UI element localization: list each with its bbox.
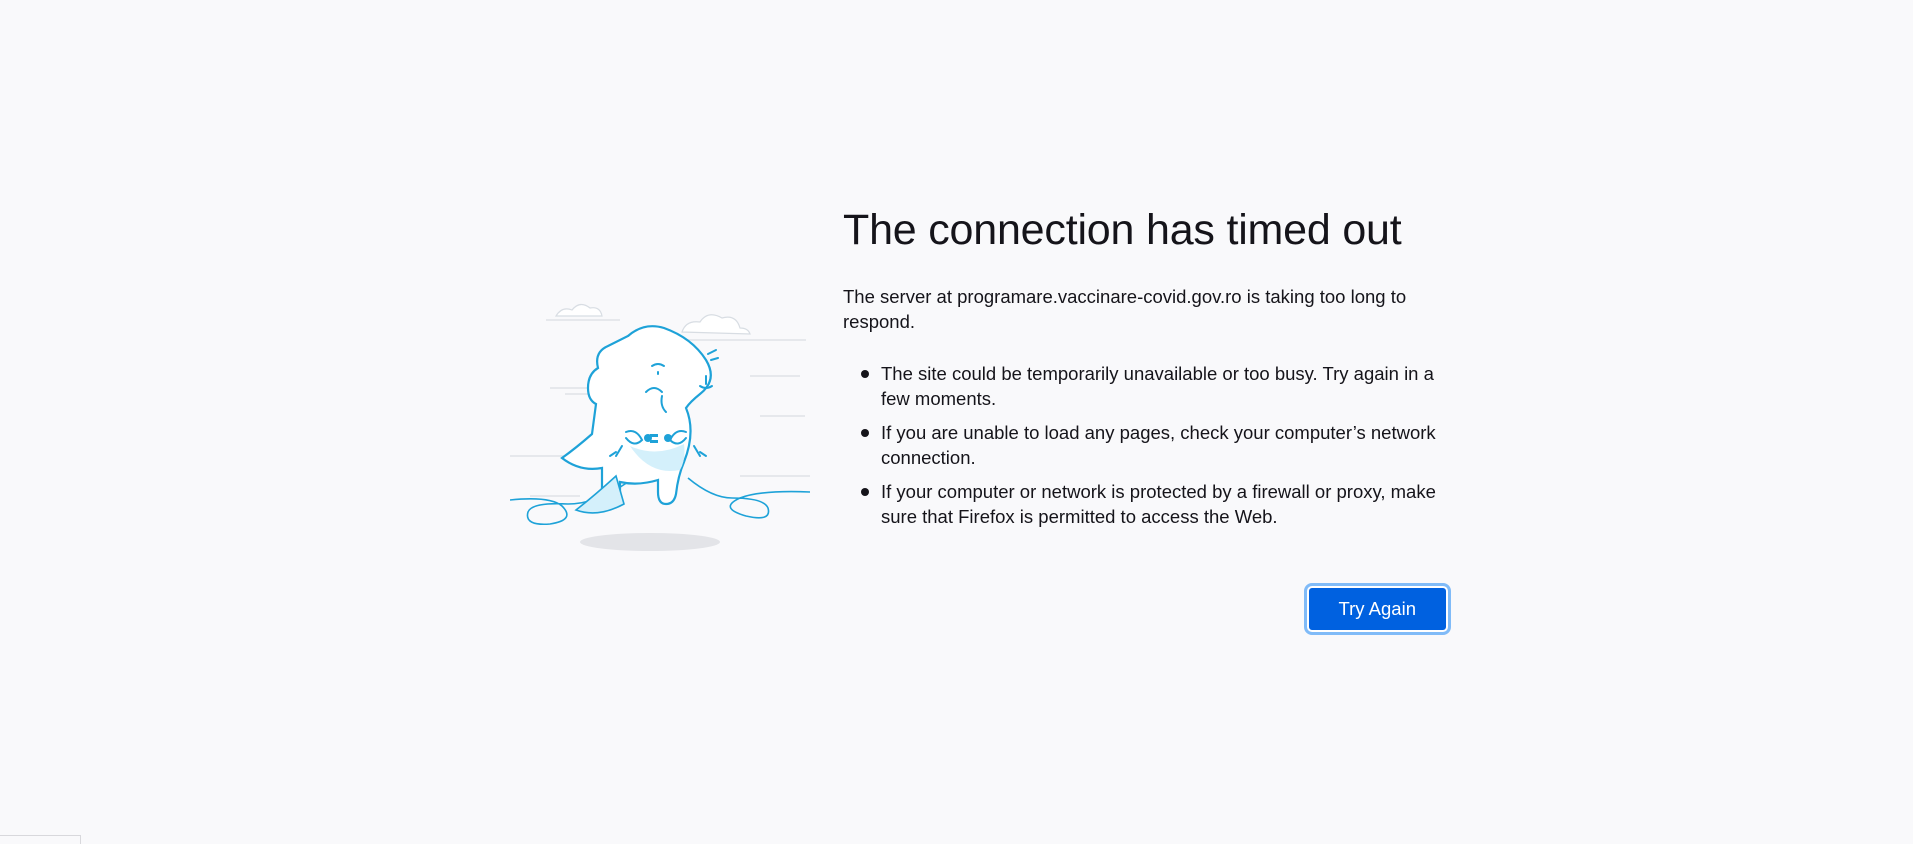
- list-item: If you are unable to load any pages, che…: [861, 420, 1446, 470]
- try-again-button[interactable]: Try Again: [1303, 583, 1452, 635]
- reason-text: If your computer or network is protected…: [881, 481, 1436, 527]
- list-item: The site could be temporarily unavailabl…: [861, 361, 1446, 411]
- bullet-icon: [861, 488, 869, 496]
- list-item: If your computer or network is protected…: [861, 479, 1446, 529]
- error-page: The connection has timed out The server …: [0, 0, 1913, 844]
- status-panel: [0, 835, 81, 844]
- reason-text: The site could be temporarily unavailabl…: [881, 363, 1434, 409]
- error-content: The connection has timed out The server …: [843, 198, 1452, 638]
- bullet-icon: [861, 429, 869, 437]
- unplugged-dinosaur-icon: [509, 296, 811, 560]
- actions-bar: Try Again: [843, 583, 1452, 638]
- bullet-icon: [861, 370, 869, 378]
- reason-text: If you are unable to load any pages, che…: [881, 422, 1436, 468]
- error-description: The server at programare.vaccinare-covid…: [843, 286, 1407, 332]
- reasons-list: The site could be temporarily unavailabl…: [843, 361, 1448, 529]
- page-title: The connection has timed out: [843, 206, 1402, 254]
